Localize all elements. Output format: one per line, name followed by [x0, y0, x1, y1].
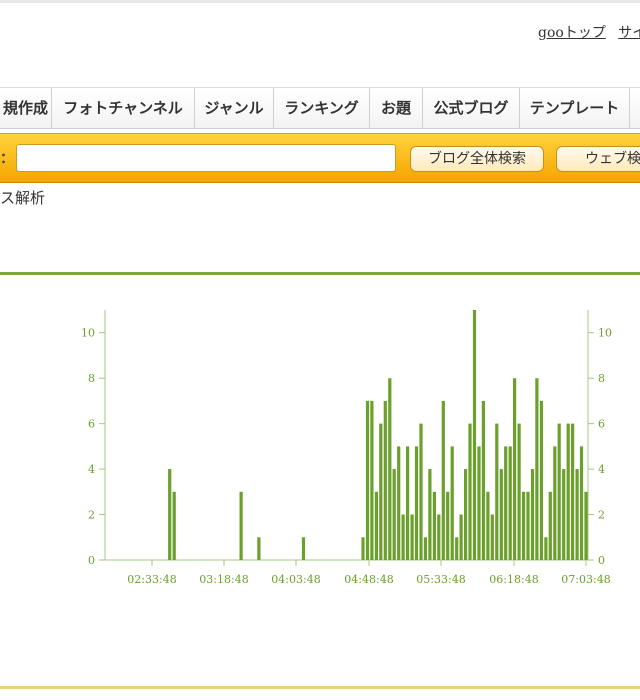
- bar-3: [257, 537, 261, 560]
- blog-search-button[interactable]: ブログ全体検索: [410, 146, 544, 172]
- bar-4: [301, 537, 306, 560]
- bar-7: [370, 400, 374, 560]
- bar-25: [450, 446, 454, 560]
- bar-10: [383, 400, 387, 560]
- y-tick-label-left: 6: [88, 418, 95, 431]
- bar-9: [379, 423, 383, 560]
- bar-40: [517, 423, 521, 560]
- y-tick-label-left: 10: [81, 327, 95, 340]
- x-tick-label: 07:03:48: [561, 573, 610, 586]
- bar-6: [365, 400, 370, 560]
- x-tick-label: 02:33:48: [127, 573, 176, 586]
- nav-item-1[interactable]: フォトチャンネル: [52, 88, 195, 128]
- bar-30: [472, 310, 477, 560]
- site-link[interactable]: サイ: [618, 25, 640, 41]
- bar-37: [504, 446, 508, 560]
- access-bar-chart: 0 0 2 2 4 4 6 6 8 8 10 10 02:33:48 03:18:48 04:03:48 04…: [81, 310, 612, 586]
- nav-item-5[interactable]: 公式ブログ: [423, 88, 520, 128]
- bar-47: [548, 491, 552, 560]
- bar-45: [539, 400, 543, 560]
- bar-13: [397, 446, 401, 560]
- search-input[interactable]: [16, 144, 396, 172]
- bar-18: [419, 423, 423, 560]
- bar-20: [428, 469, 432, 560]
- search-label: ：: [0, 151, 14, 167]
- bar-48: [553, 446, 557, 560]
- x-tick-label: 03:18:48: [199, 573, 248, 586]
- nav-item-4[interactable]: お題: [370, 88, 423, 128]
- y-tick-label-right: 4: [598, 463, 605, 476]
- bar-11: [388, 378, 392, 560]
- bar-16: [410, 514, 414, 560]
- bar-52: [571, 423, 575, 560]
- y-tick-label-right: 2: [598, 509, 605, 522]
- bar-39: [513, 378, 517, 560]
- bar-51: [566, 423, 570, 560]
- search-bar: ： ブログ全体検索 ウェブ検: [0, 133, 640, 183]
- nav-item-0[interactable]: 規作成: [0, 88, 52, 128]
- bar-24: [446, 491, 450, 560]
- bar-41: [522, 491, 526, 560]
- bar-44: [535, 378, 539, 560]
- x-tick-label: 06:18:48: [489, 573, 538, 586]
- top-border: [0, 0, 640, 3]
- bar-36: [499, 469, 503, 560]
- bar-26: [455, 537, 459, 560]
- y-tick-label-right: 8: [598, 372, 605, 385]
- nav-item-2[interactable]: ジャンル: [195, 88, 274, 128]
- section-divider: [0, 272, 640, 275]
- bar-15: [406, 446, 410, 560]
- bar-19: [423, 537, 427, 560]
- bar-53: [575, 469, 579, 560]
- bar-29: [468, 423, 472, 560]
- bar-31: [477, 446, 481, 560]
- bar-55: [584, 491, 588, 560]
- nav-item-6[interactable]: テンプレート: [520, 88, 630, 128]
- bar-22: [437, 514, 441, 560]
- bar-14: [401, 514, 405, 560]
- bar-35: [495, 423, 499, 560]
- bar-21: [432, 491, 436, 560]
- bar-8: [374, 491, 378, 560]
- bar-5: [361, 537, 365, 560]
- bar-38: [508, 446, 512, 560]
- x-tick-label: 04:03:48: [271, 573, 320, 586]
- main-navigation: 規作成 フォトチャンネル ジャンル ランキング お題 公式ブログ テンプレート: [0, 87, 640, 129]
- y-tick-label-right: 10: [598, 327, 612, 340]
- bar-54: [579, 446, 584, 560]
- goo-top-link[interactable]: gooトップ: [538, 25, 606, 41]
- x-tick-label: 05:33:48: [416, 573, 465, 586]
- bar-50: [562, 469, 566, 560]
- bar-33: [486, 491, 490, 560]
- y-tick-label-left: 8: [88, 372, 95, 385]
- bar-42: [526, 491, 530, 560]
- bottom-divider: [0, 686, 640, 689]
- bar-1: [172, 491, 176, 560]
- bar-43: [530, 469, 535, 560]
- bar-32: [481, 400, 485, 560]
- bar-12: [392, 469, 396, 560]
- bar-2: [239, 491, 243, 560]
- bar-34: [490, 514, 494, 560]
- nav-item-7[interactable]: [630, 88, 640, 128]
- y-tick-label-right: 0: [598, 554, 605, 567]
- bar-17: [414, 446, 419, 560]
- y-tick-label-left: 4: [88, 463, 95, 476]
- section-title: ス解析: [0, 189, 46, 207]
- top-links: gooトップ サイ: [538, 22, 640, 42]
- bar-46: [544, 537, 548, 560]
- bar-49: [557, 423, 561, 560]
- bar-0: [168, 469, 172, 560]
- x-tick-label: 04:48:48: [344, 573, 393, 586]
- nav-item-3[interactable]: ランキング: [274, 88, 370, 128]
- bar-28: [464, 469, 468, 560]
- y-tick-label-left: 0: [88, 554, 95, 567]
- y-tick-label-left: 2: [88, 509, 95, 522]
- bar-23: [441, 400, 445, 560]
- y-tick-label-right: 6: [598, 418, 605, 431]
- web-search-button[interactable]: ウェブ検: [556, 146, 640, 172]
- bar-27: [459, 514, 463, 560]
